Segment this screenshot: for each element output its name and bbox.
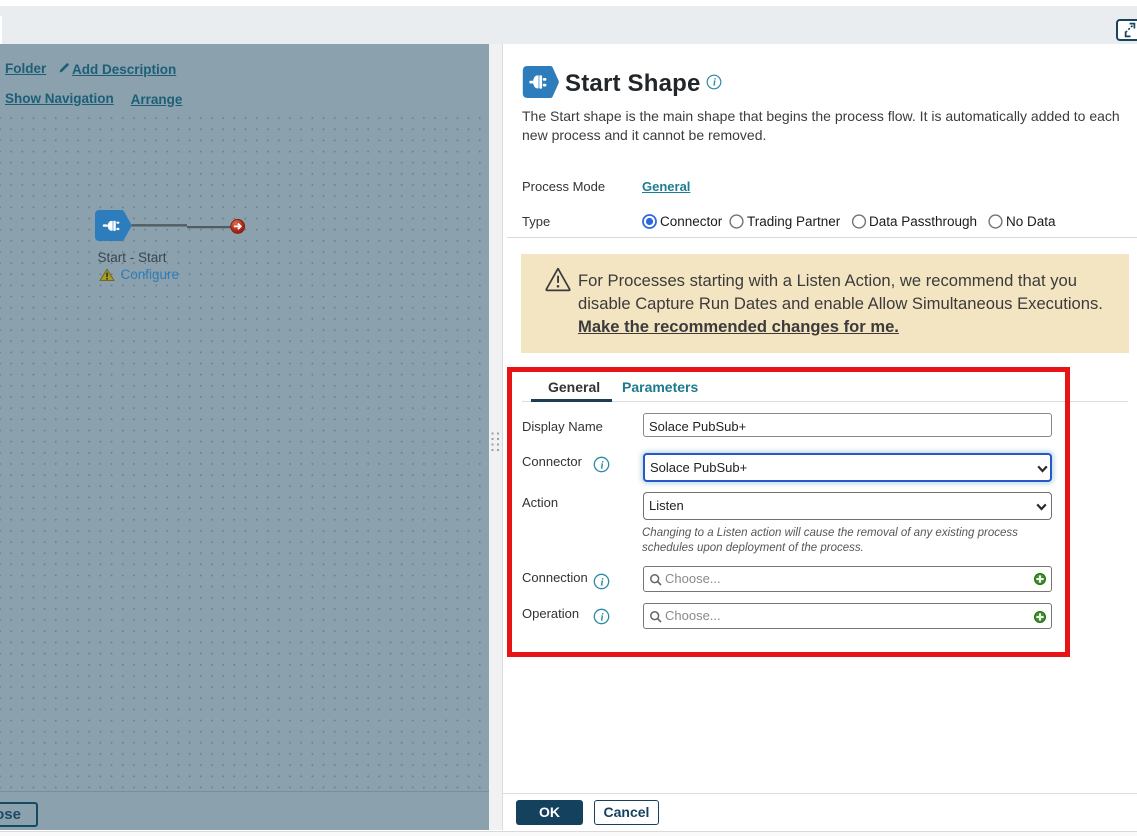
svg-text:i: i bbox=[713, 78, 716, 89]
